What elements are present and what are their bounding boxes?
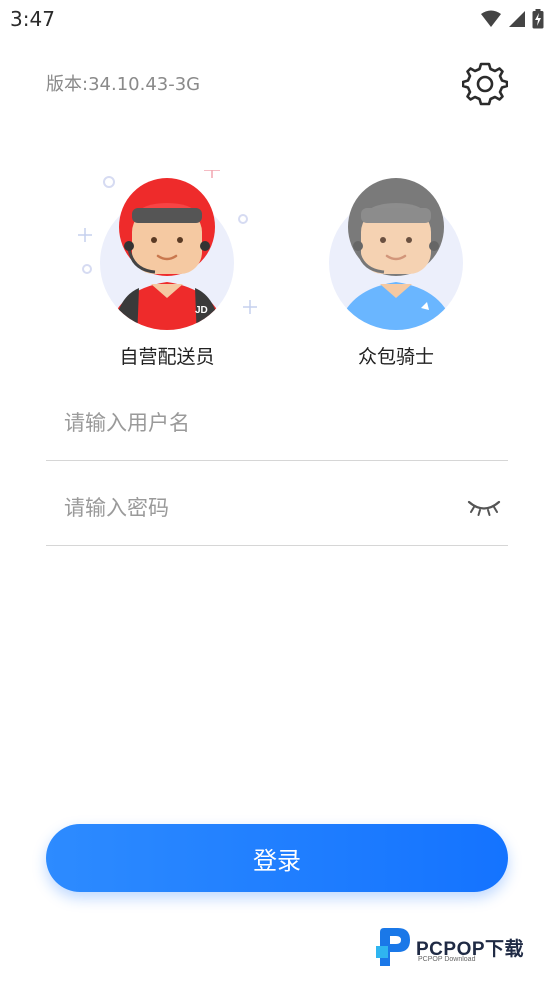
role-label-crowd-rider: 众包骑士	[357, 346, 434, 368]
rider-avatar-gray	[329, 178, 463, 330]
password-input[interactable]	[62, 489, 456, 527]
gear-icon[interactable]	[462, 60, 508, 106]
role-crowd-rider[interactable]: 众包骑士	[306, 170, 486, 370]
role-label-self-courier: 自营配送员	[119, 346, 215, 368]
login-screen: 3:47 版本:34.10.43-3G JD 自营配送员 众包骑士 请输入用户名…	[0, 0, 554, 984]
wifi-icon	[481, 10, 501, 27]
username-field	[46, 390, 508, 461]
pcpop-logo	[376, 928, 410, 966]
pcpop-watermark: PCPOP下载 PCPOP Download	[376, 926, 550, 970]
battery-charging-icon	[532, 9, 544, 29]
cellular-signal-icon	[509, 11, 525, 27]
login-button[interactable]: 登录	[46, 824, 508, 892]
status-bar: 3:47	[0, 0, 554, 38]
jd-badge: JD	[195, 305, 208, 316]
status-icons	[480, 8, 544, 30]
eye-closed-icon[interactable]	[466, 493, 502, 519]
app-version: 版本:34.10.43-3G	[46, 74, 201, 95]
role-self-courier[interactable]: JD 自营配送员	[77, 170, 257, 370]
username-input[interactable]	[62, 404, 456, 442]
password-field	[46, 475, 508, 546]
watermark-subtitle: PCPOP Download	[418, 956, 476, 963]
status-time: 3:47	[10, 7, 55, 31]
courier-avatar-red: JD	[78, 170, 257, 330]
